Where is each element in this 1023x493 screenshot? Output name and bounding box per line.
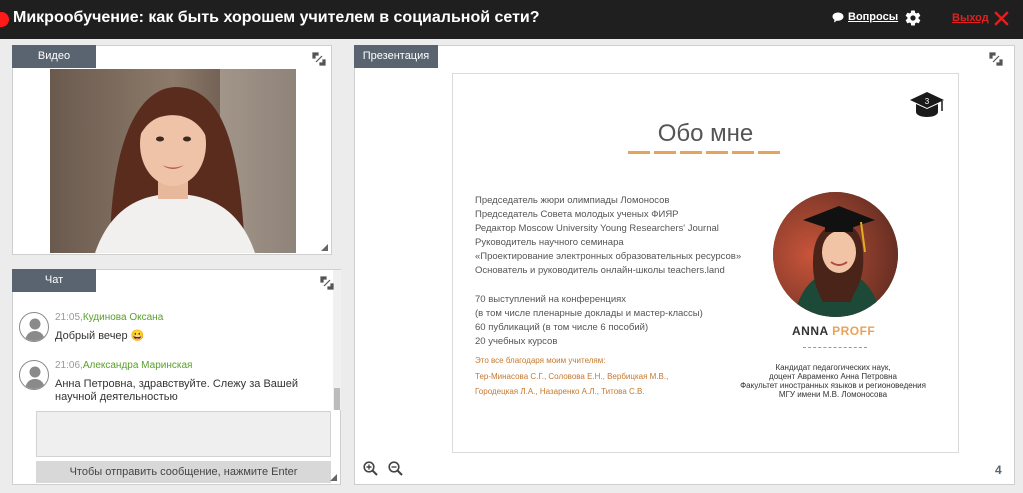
slide-title: Обо мне bbox=[657, 120, 754, 147]
expand-icon[interactable] bbox=[989, 52, 1003, 66]
gear-icon[interactable] bbox=[904, 9, 922, 27]
slide-role-line: Председатель Совета молодых ученых ФИЯР bbox=[475, 209, 679, 220]
message-author[interactable]: Кудинова Оксана bbox=[83, 312, 163, 323]
slide-role-line: Председатель жюри олимпиады Ломоносов bbox=[475, 195, 670, 206]
chat-panel: Чат ... 21:05,Кудинова Оксана Добрый веч… bbox=[12, 269, 341, 485]
slide-badge-number: 3 bbox=[925, 97, 930, 106]
slide-role-line: «Проектирование электронных образователь… bbox=[475, 251, 742, 262]
message-time: 21:06, bbox=[55, 360, 83, 371]
slide-stat-line: 70 выступлений на конференциях bbox=[475, 294, 627, 305]
close-icon[interactable] bbox=[994, 11, 1009, 26]
slide-thanks-line: Городецкая Л.А., Назаренко А.Л., Титова … bbox=[475, 387, 645, 396]
credential-line: Факультет иностранных языков и регионове… bbox=[740, 381, 926, 390]
exit-link[interactable]: Выход bbox=[952, 12, 989, 24]
top-bar: Микрообучение: как быть хорошем учителем… bbox=[0, 0, 1023, 39]
slide-role-line: Редактор Moscow University Young Researc… bbox=[475, 223, 719, 234]
presentation-panel: Презентация 3 Обо мне Председатель жюри … bbox=[354, 45, 1015, 485]
resize-handle[interactable] bbox=[321, 244, 328, 251]
avatar bbox=[19, 360, 49, 390]
list-item: 21:06,Александра Маринская Анна Петровна… bbox=[19, 360, 329, 406]
credential-line: доцент Авраменко Анна Петровна bbox=[769, 372, 897, 381]
video-panel: Видео bbox=[12, 45, 332, 255]
speaker-video-feed bbox=[50, 69, 296, 253]
page-title: Микрообучение: как быть хорошем учителем… bbox=[13, 9, 540, 26]
chat-scrollbar[interactable] bbox=[333, 270, 341, 410]
recording-indicator bbox=[0, 12, 9, 27]
presentation-panel-tab: Презентация bbox=[354, 45, 438, 68]
chat-panel-tab: Чат bbox=[12, 269, 96, 292]
video-panel-tab: Видео bbox=[12, 45, 96, 68]
graduation-cap-icon: 3 bbox=[910, 92, 944, 117]
questions-link[interactable]: Вопросы bbox=[832, 11, 898, 23]
credential-line: Кандидат педагогических наук, bbox=[775, 363, 891, 372]
send-hint-bar[interactable]: Чтобы отправить сообщение, нажмите Enter bbox=[36, 461, 331, 483]
message-text: Анна Петровна, здравствуйте. Слежу за Ва… bbox=[55, 378, 298, 403]
message-time: 21:05, bbox=[55, 312, 83, 323]
brand-first: ANNA bbox=[792, 324, 829, 338]
resize-handle[interactable] bbox=[330, 474, 337, 481]
message-text: ... bbox=[55, 283, 331, 296]
speech-bubble-icon bbox=[832, 12, 844, 22]
chat-message-input[interactable] bbox=[36, 411, 331, 457]
message-text: Добрый вечер 😀 bbox=[55, 330, 145, 342]
credential-line: МГУ имени М.В. Ломоносова bbox=[778, 390, 888, 399]
slide-stat-line: 60 публикаций (в том числе 6 пособий) bbox=[475, 322, 649, 333]
slide-stat-line: 20 учебных курсов bbox=[475, 336, 558, 347]
list-item: 21:05,Кудинова Оксана Добрый вечер 😀 bbox=[19, 312, 329, 352]
avatar bbox=[19, 312, 49, 342]
message-author[interactable]: Александра Маринская bbox=[83, 360, 193, 371]
message-meta: 21:05,Кудинова Оксана bbox=[55, 312, 163, 323]
slide-thanks-line: Тер-Минасова С.Г., Соловова Е.Н., Вербиц… bbox=[475, 372, 669, 381]
zoom-in-icon[interactable] bbox=[363, 461, 378, 476]
zoom-out-icon[interactable] bbox=[388, 461, 403, 476]
brand-logo: ANNA PROFF bbox=[792, 324, 875, 338]
slide-title-underline bbox=[628, 151, 780, 154]
brand-second: PROFF bbox=[832, 324, 876, 338]
expand-icon[interactable] bbox=[320, 276, 334, 290]
presentation-slide: 3 Обо мне Председатель жюри олимпиады Ло… bbox=[452, 73, 959, 453]
slide-stat-line: (в том числе пленарные доклады и мастер-… bbox=[475, 308, 703, 319]
slide-role-line: Руководитель научного семинара bbox=[475, 237, 624, 248]
slide-role-line: Основатель и руководитель онлайн-школы t… bbox=[475, 265, 725, 276]
chat-scrollbar-thumb[interactable] bbox=[334, 388, 340, 410]
questions-label: Вопросы bbox=[848, 11, 899, 23]
brand-divider bbox=[803, 347, 867, 348]
message-meta: 21:06,Александра Маринская bbox=[55, 360, 192, 371]
slide-thanks-line: Это все благодаря моим учителям: bbox=[475, 356, 606, 365]
page-number: 4 bbox=[995, 463, 1002, 477]
expand-icon[interactable] bbox=[312, 52, 326, 66]
speaker-graduation-photo bbox=[773, 192, 898, 317]
